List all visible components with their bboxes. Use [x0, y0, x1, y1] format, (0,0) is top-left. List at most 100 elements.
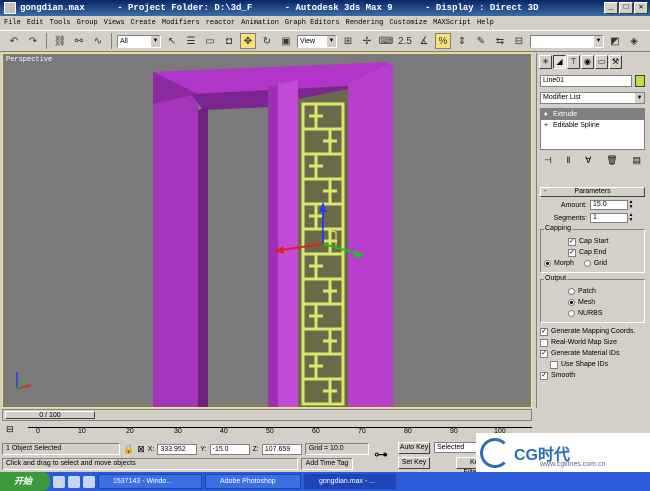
close-button[interactable]: ✕	[634, 2, 648, 14]
gen-mapping-checkbox[interactable]: ✓	[540, 327, 548, 336]
pin-stack-icon[interactable]: ⊣	[544, 155, 552, 169]
use-shape-checkbox[interactable]	[550, 360, 558, 369]
select-by-name-icon[interactable]: ☰	[183, 33, 199, 49]
select-and-scale-icon[interactable]: ▣	[278, 33, 294, 49]
lock-selection-icon[interactable]: 🔒	[123, 444, 134, 455]
nurbs-radio[interactable]	[568, 310, 575, 317]
time-slider-thumb[interactable]: 0 / 100	[5, 411, 95, 419]
modify-tab-icon[interactable]: ◢	[553, 55, 566, 69]
modifier-list-dropdown[interactable]: Modifier List ▼	[540, 92, 645, 104]
key-mode-select[interactable]: Selected	[434, 442, 478, 453]
select-and-link-icon[interactable]: ⛓	[52, 33, 68, 49]
use-shape-row[interactable]: Use Shape IDs	[540, 359, 645, 370]
menu-group[interactable]: Group	[77, 19, 98, 27]
parameters-rollout-header[interactable]: - Parameters	[540, 187, 645, 197]
menu-graph-editors[interactable]: Graph Editors	[285, 19, 340, 27]
stack-item-editable-spline[interactable]: + Editable Spline	[541, 120, 644, 131]
gen-material-checkbox[interactable]: ✓	[540, 349, 548, 358]
cap-end-checkbox[interactable]: ✓	[568, 248, 576, 257]
segments-spinner-icon[interactable]: ▲ ▼	[628, 213, 634, 223]
select-object-icon[interactable]: ↖	[164, 33, 180, 49]
y-coordinate-field[interactable]: -15.0	[209, 443, 250, 455]
gen-material-row[interactable]: ✓ Generate Material IDs	[540, 348, 645, 359]
patch-radio[interactable]	[568, 288, 575, 295]
spinner-snap-icon[interactable]: ⇕	[454, 33, 470, 49]
menu-customize[interactable]: Customize	[389, 19, 427, 27]
utilities-tab-icon[interactable]: ⚒	[609, 55, 622, 69]
named-selection-set-select[interactable]: ▼	[530, 34, 604, 48]
nurbs-row[interactable]: NURBS	[544, 308, 641, 319]
task-3dsmax[interactable]: gongdian.max - ...	[304, 474, 396, 489]
amount-input[interactable]: 15.0	[590, 200, 628, 210]
menu-maxscript[interactable]: MAXScript	[433, 19, 471, 27]
menu-help[interactable]: Help	[477, 19, 494, 27]
cap-start-row[interactable]: ✓ Cap Start	[544, 236, 641, 247]
menu-tools[interactable]: Tools	[50, 19, 71, 27]
angle-snap-icon[interactable]: ∡	[416, 33, 432, 49]
absolute-mode-icon[interactable]: ⊠	[137, 444, 145, 455]
patch-row[interactable]: Patch	[544, 286, 641, 297]
window-crossing-icon[interactable]: ◘	[221, 33, 237, 49]
curve-editor-icon[interactable]: ◩	[607, 33, 623, 49]
track-bar[interactable]: ⊟ 0 10 20 30 40 50 60 70 80 90 100	[2, 422, 532, 440]
smooth-checkbox[interactable]: ✓	[540, 371, 548, 380]
menu-file[interactable]: File	[4, 19, 21, 27]
keyboard-shortcut-icon[interactable]: ⌨	[378, 33, 394, 49]
track-bar-icon[interactable]: ⊟	[6, 424, 14, 435]
set-key-key-icon[interactable]: ⊶	[374, 446, 388, 463]
segments-input[interactable]: 1	[590, 213, 628, 223]
perspective-viewport[interactable]: Perspective	[2, 53, 532, 408]
cap-end-row[interactable]: ✓ Cap End	[544, 247, 641, 258]
motion-tab-icon[interactable]: ◉	[581, 55, 594, 69]
snaps-toggle-icon[interactable]: 2.5	[397, 33, 413, 49]
menu-modifiers[interactable]: Modifiers	[162, 19, 200, 27]
mesh-row[interactable]: Mesh	[544, 297, 641, 308]
menu-rendering[interactable]: Rendering	[346, 19, 384, 27]
quicklaunch-app-icon[interactable]	[83, 475, 95, 488]
amount-spinner-icon[interactable]: ▲ ▼	[628, 200, 634, 210]
time-slider[interactable]: 0 / 100	[2, 409, 532, 421]
mesh-radio[interactable]	[568, 299, 575, 306]
make-unique-icon[interactable]: ∀	[585, 155, 591, 169]
configure-modifier-sets-icon[interactable]: ▤	[632, 155, 641, 169]
bind-space-warp-icon[interactable]: ∿	[90, 33, 106, 49]
minimize-button[interactable]: _	[604, 2, 618, 14]
pivot-center-icon[interactable]: ⊞	[340, 33, 356, 49]
gen-mapping-row[interactable]: ✓ Generate Mapping Coords.	[540, 326, 645, 337]
task-explorer[interactable]: 1537143 - Windo...	[98, 474, 202, 489]
rectangle-selection-icon[interactable]: ▭	[202, 33, 218, 49]
set-key-button[interactable]: Set Key	[398, 457, 430, 469]
show-end-result-icon[interactable]: ‖	[567, 155, 571, 169]
menu-views[interactable]: Views	[104, 19, 125, 27]
menu-create[interactable]: Create	[131, 19, 156, 27]
morph-radio[interactable]	[544, 260, 551, 267]
create-tab-icon[interactable]: ✳	[539, 55, 552, 69]
real-world-checkbox[interactable]	[540, 338, 548, 347]
x-coordinate-field[interactable]: 333.952	[157, 443, 198, 455]
expand-icon[interactable]: +	[544, 120, 548, 131]
remove-modifier-icon[interactable]: 🗑	[606, 155, 617, 169]
unlink-icon[interactable]: ⚯	[71, 33, 87, 49]
start-button[interactable]: 开始	[0, 472, 50, 491]
select-and-move-icon[interactable]: ✥	[240, 33, 256, 49]
maximize-button[interactable]: □	[619, 2, 633, 14]
material-editor-icon[interactable]: ◈	[626, 33, 642, 49]
quicklaunch-browser-icon[interactable]	[53, 475, 65, 488]
menu-reactor[interactable]: reactor	[206, 19, 235, 27]
grid-radio[interactable]	[583, 260, 591, 267]
quicklaunch-desktop-icon[interactable]	[68, 475, 80, 488]
menu-edit[interactable]: Edit	[27, 19, 44, 27]
selection-filter-select[interactable]: All ▼	[117, 34, 161, 48]
undo-icon[interactable]: ↶	[6, 33, 22, 49]
smooth-row[interactable]: ✓ Smooth	[540, 370, 645, 381]
lightbulb-icon[interactable]: ♦	[544, 109, 548, 120]
task-photoshop[interactable]: Adobe Photoshop	[205, 474, 301, 489]
reference-coord-select[interactable]: View ▼	[297, 34, 337, 48]
auto-key-button[interactable]: Auto Key	[398, 442, 430, 454]
select-manipulate-icon[interactable]: ✢	[359, 33, 375, 49]
redo-icon[interactable]: ↷	[25, 33, 41, 49]
object-name-field[interactable]: Line01	[540, 75, 632, 87]
z-coordinate-field[interactable]: 107.659	[261, 443, 302, 455]
object-color-swatch[interactable]	[635, 75, 645, 87]
cap-start-checkbox[interactable]: ✓	[568, 237, 576, 246]
